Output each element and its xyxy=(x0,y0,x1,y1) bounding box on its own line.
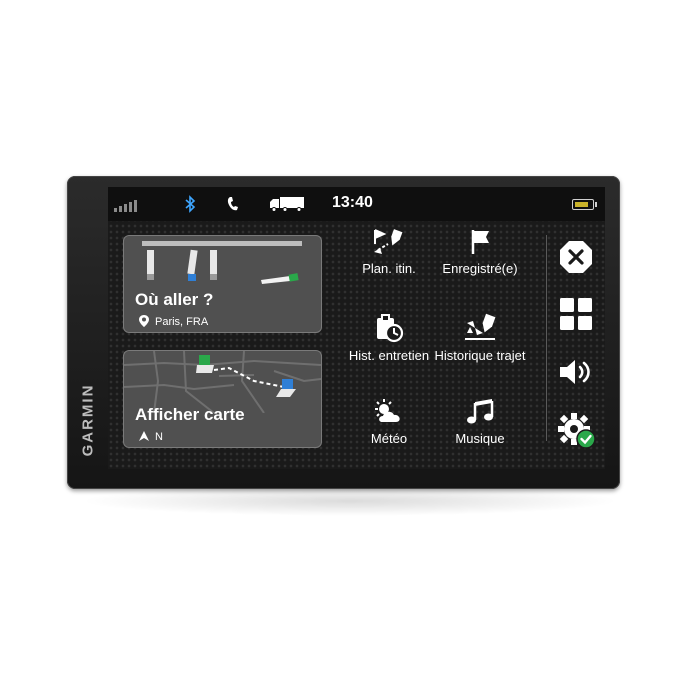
tile-trip-history[interactable]: Historique trajet xyxy=(434,313,526,363)
trip-history-icon xyxy=(465,313,496,340)
location-pin-icon xyxy=(139,315,149,327)
phone-icon xyxy=(227,197,238,211)
current-location: Paris, FRA xyxy=(155,316,209,328)
where-to-title: Où aller ? xyxy=(135,290,214,309)
tile-maintenance-history[interactable]: Hist. entretien xyxy=(343,313,435,363)
maintenance-history-icon xyxy=(377,314,404,343)
show-map-title: Afficher carte xyxy=(135,405,245,424)
tile-label: Enregistré(e) xyxy=(442,261,518,276)
brand-text: GARMIN xyxy=(79,383,97,457)
device-shadow xyxy=(80,486,620,516)
map-preview xyxy=(124,351,321,413)
flag-icon xyxy=(471,230,489,254)
brand-logo: GARMIN xyxy=(78,370,98,470)
signal-icon xyxy=(114,198,140,212)
tile-label: Plan. itin. xyxy=(362,261,416,276)
apps-grid-icon[interactable] xyxy=(559,297,593,331)
tile-trip-planner[interactable]: Plan. itin. xyxy=(343,228,435,276)
tile-label: Musique xyxy=(455,431,505,446)
north-arrow-icon xyxy=(139,431,149,441)
weather-icon xyxy=(375,399,400,422)
volume-icon[interactable] xyxy=(558,357,594,387)
device-screen: 13:40 Où aller ? Paris, FRA Afficher car… xyxy=(108,187,605,469)
truck-icon xyxy=(270,197,304,212)
tile-weather[interactable]: Météo xyxy=(343,398,435,446)
clock: 13:40 xyxy=(332,194,373,211)
tile-music[interactable]: Musique xyxy=(434,398,526,446)
tile-label: Hist. entretien xyxy=(348,348,430,363)
close-icon[interactable] xyxy=(558,239,594,275)
settings-icon[interactable] xyxy=(557,412,597,450)
show-map-card[interactable]: Afficher carte N xyxy=(123,350,322,448)
tile-label: Historique trajet xyxy=(434,348,526,363)
lane-guidance-icon xyxy=(142,241,302,284)
bluetooth-icon xyxy=(185,195,196,213)
battery-icon xyxy=(572,199,597,210)
status-bar: 13:40 xyxy=(108,187,605,221)
compass-heading: N xyxy=(155,431,163,443)
tile-label: Météo xyxy=(370,431,408,446)
where-to-card[interactable]: Où aller ? Paris, FRA xyxy=(123,235,322,333)
sidebar-divider xyxy=(546,235,547,441)
tile-saved[interactable]: Enregistré(e) xyxy=(434,228,526,276)
music-icon xyxy=(467,399,494,424)
trip-planner-icon xyxy=(374,229,403,254)
